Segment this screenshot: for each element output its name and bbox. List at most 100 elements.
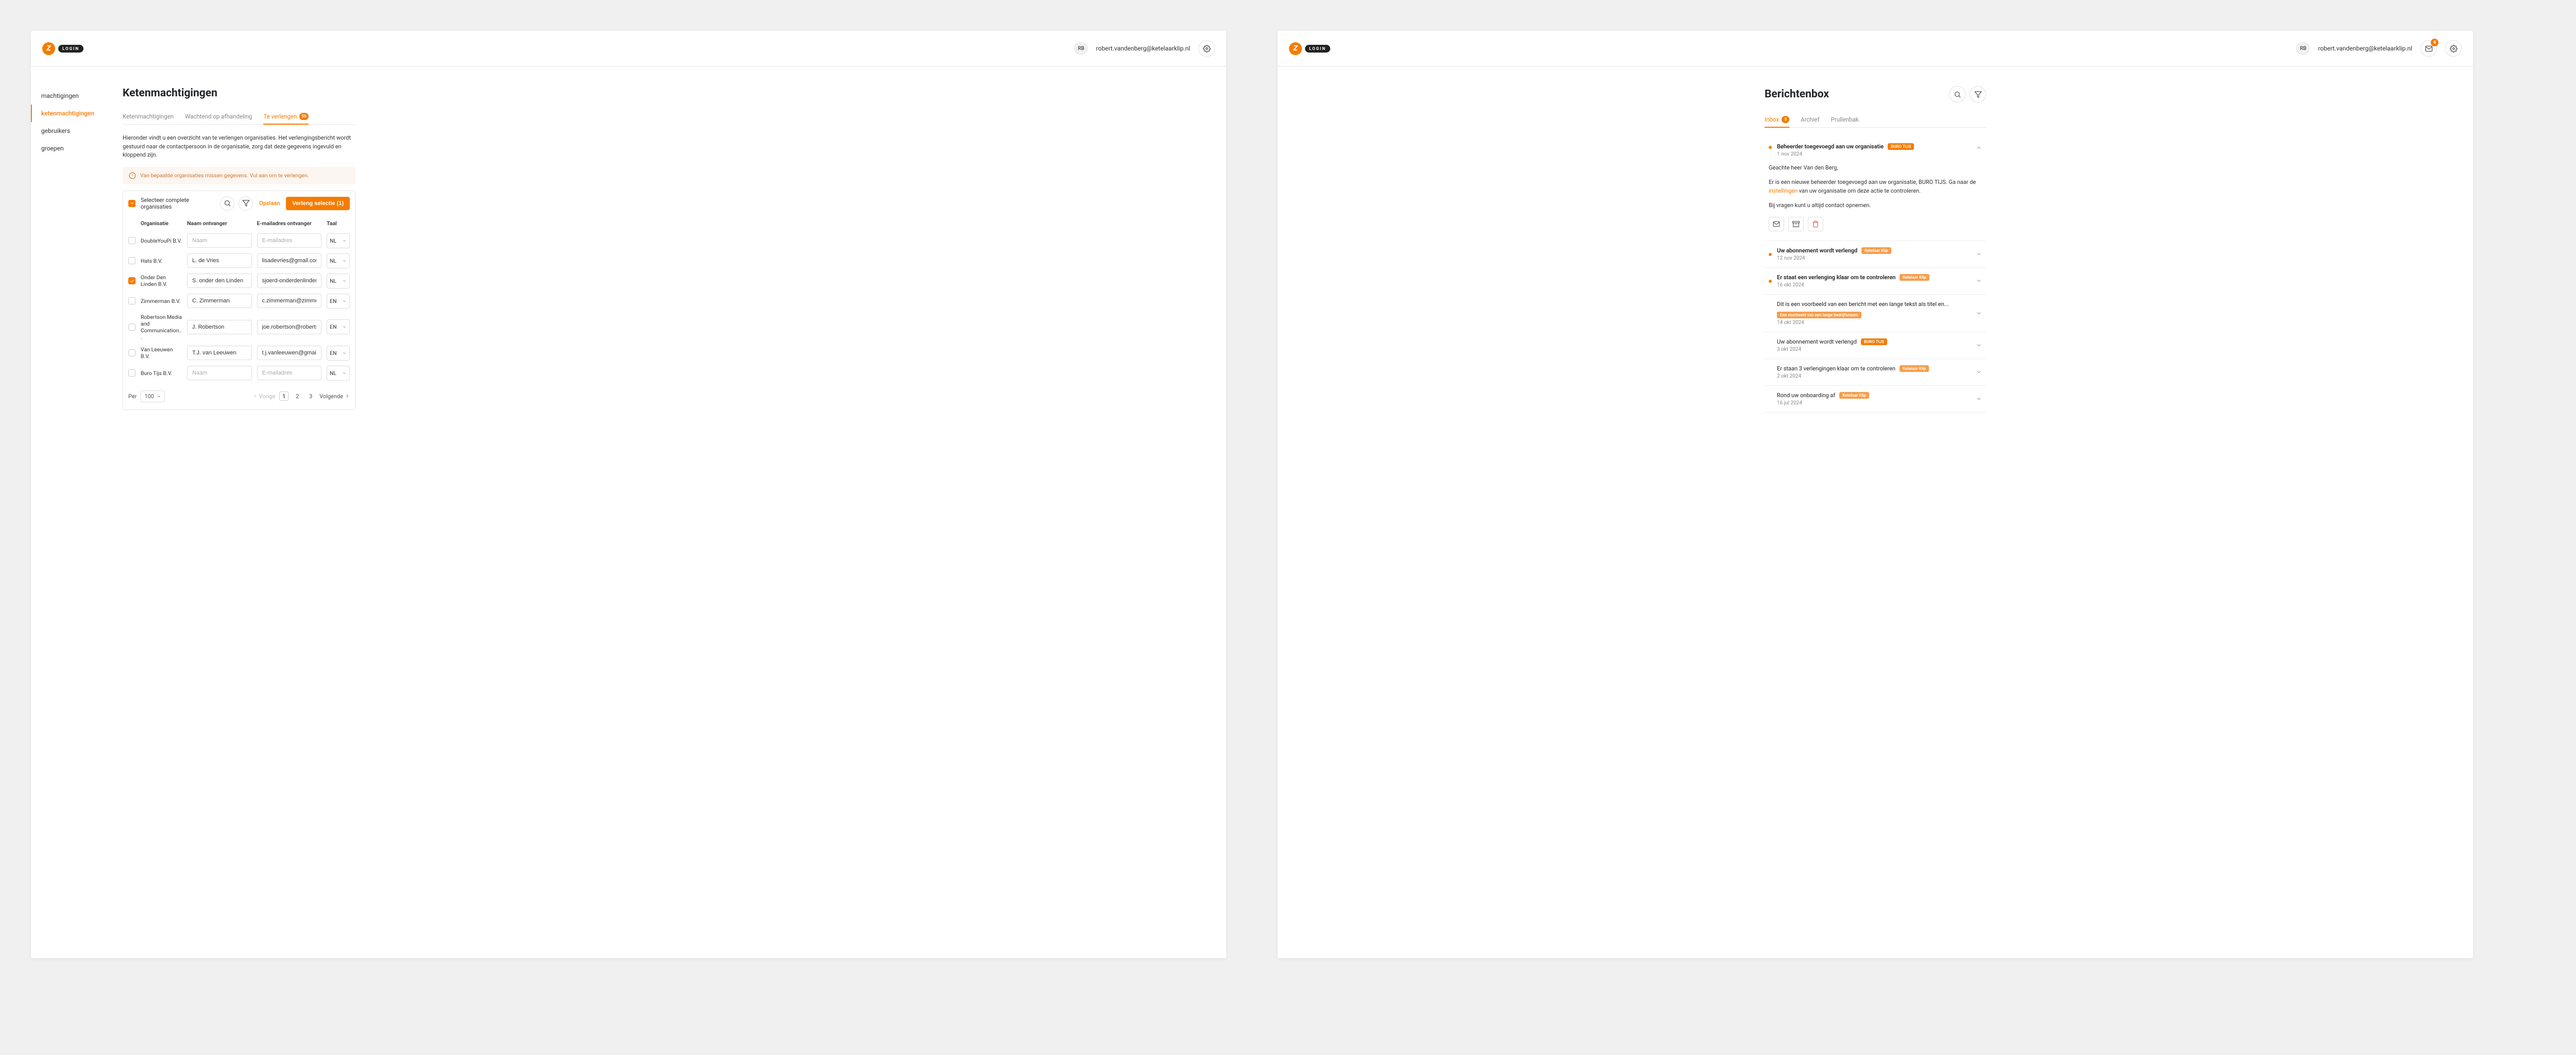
table-row: Hats B.V. NL (123, 251, 355, 271)
sidebar-item-ketenmachtigingen[interactable]: ketenmachtigingen (31, 105, 113, 122)
expand-button[interactable] (1976, 341, 1982, 350)
row-checkbox[interactable] (128, 277, 135, 284)
row-checkbox[interactable] (128, 237, 135, 244)
lang-select[interactable]: EN (327, 319, 350, 334)
page-2[interactable]: 2 (293, 392, 302, 401)
tab-label: Te verlengen (263, 113, 297, 120)
select-complete-checkbox[interactable] (128, 200, 135, 207)
email-input[interactable] (257, 346, 322, 360)
alert-icon (129, 172, 136, 179)
name-input[interactable] (187, 233, 252, 248)
lang-select[interactable]: NL (327, 366, 350, 381)
page-3[interactable]: 3 (306, 392, 315, 401)
org-name: Onder Den Linden B.V. (141, 274, 182, 287)
page-1[interactable]: 1 (279, 392, 289, 401)
expand-button[interactable] (1976, 394, 1982, 404)
message-item[interactable]: Uw abonnement wordt verlengd Ketelaar Kl… (1765, 241, 1986, 268)
logo-z-icon: Z (42, 42, 55, 55)
name-input[interactable] (187, 320, 252, 334)
archive-button[interactable] (1788, 217, 1804, 231)
tabs: Inbox 3 Archief Prullenbak (1765, 112, 1986, 128)
name-input[interactable] (187, 366, 252, 380)
name-input[interactable] (187, 294, 252, 308)
tab-te-verlengen[interactable]: Te verlengen 56 (263, 109, 309, 124)
lang-select[interactable]: NL (327, 274, 350, 288)
collapse-button[interactable] (1976, 143, 1982, 153)
expand-button[interactable] (1976, 249, 1982, 259)
table-search-button[interactable] (220, 196, 234, 211)
sidebar-item-gebruikers[interactable]: gebruikers (31, 122, 113, 140)
save-button[interactable]: Opslaan (257, 197, 282, 210)
table-toolbar: Selecteer complete organisaties Opslaan … (123, 191, 355, 216)
email-input[interactable] (257, 294, 322, 308)
intro-text: Hieronder vindt u een overzicht van te v… (123, 134, 355, 160)
table-row: DoubleYouPi B.V. NL (123, 231, 355, 251)
expand-button[interactable] (1976, 276, 1982, 286)
email-input[interactable] (257, 253, 322, 268)
message-date: 12 nov 2024 (1777, 256, 1971, 261)
tab-label: Inbox (1765, 116, 1779, 123)
reply-button[interactable] (1769, 217, 1784, 231)
email-input[interactable] (257, 233, 322, 248)
message-item[interactable]: Rond uw onboarding af Ketelaar Klip 16 j… (1765, 386, 1986, 413)
tab-ketenmachtigingen[interactable]: Ketenmachtigingen (123, 109, 174, 124)
per-page-select[interactable]: 100 (141, 390, 165, 402)
archive-icon (1792, 220, 1800, 228)
message-tag: Een voorbeeld van een lange bedrijfsnaam (1777, 312, 1861, 318)
tab-inbox[interactable]: Inbox 3 (1765, 112, 1789, 127)
inbox-button[interactable]: 4 (2420, 40, 2437, 57)
lang-select[interactable]: EN (327, 346, 350, 361)
avatar[interactable]: RB (2296, 42, 2310, 55)
lang-select[interactable]: NL (327, 253, 350, 268)
message-item[interactable]: Uw abonnement wordt verlengd BURO TIJS 3… (1765, 332, 1986, 359)
org-name: Buro Tijs B.V. (141, 370, 182, 377)
inbox-search-button[interactable] (1949, 86, 1965, 103)
delete-button[interactable] (1808, 217, 1823, 231)
select-complete-label: Selecteer complete organisaties (141, 197, 215, 210)
table-row: Onder Den Linden B.V. NL (123, 271, 355, 291)
email-input[interactable] (257, 274, 322, 288)
sidebar-item-machtigingen[interactable]: machtigingen (31, 87, 113, 105)
name-input[interactable] (187, 274, 252, 288)
row-checkbox[interactable] (128, 324, 135, 331)
email-input[interactable] (257, 320, 322, 334)
logo-z-icon: Z (1289, 42, 1302, 55)
sidebar-item-groepen[interactable]: groepen (31, 140, 113, 157)
settings-link[interactable]: instellingen (1769, 188, 1798, 194)
settings-button[interactable] (2445, 40, 2462, 57)
message-item[interactable]: Er staan 3 verlengingen klaar om te cont… (1765, 359, 1986, 386)
inbox-filter-button[interactable] (1970, 86, 1986, 103)
message-tag: BURO TIJS (1861, 338, 1887, 345)
gear-icon (2450, 45, 2458, 53)
lang-select[interactable]: EN (327, 294, 350, 309)
email-input[interactable] (257, 366, 322, 380)
expand-button[interactable] (1976, 367, 1982, 377)
message-date: 14 okt 2024 (1777, 320, 1971, 326)
search-icon (224, 199, 231, 207)
avatar[interactable]: RB (1074, 42, 1088, 55)
logo[interactable]: Z LOGIN (42, 42, 83, 55)
gear-icon (1203, 45, 1211, 53)
message-title: Er staat een verlenging klaar om te cont… (1777, 274, 1895, 281)
row-checkbox[interactable] (128, 349, 135, 356)
row-checkbox[interactable] (128, 257, 135, 264)
row-checkbox[interactable] (128, 369, 135, 377)
settings-button[interactable] (1198, 40, 1215, 57)
message-item[interactable]: Dit is een voorbeeld van een bericht met… (1765, 295, 1986, 332)
tab-archief[interactable]: Archief (1801, 112, 1820, 127)
search-icon (1954, 91, 1961, 98)
extend-selection-button[interactable]: Verleng selectie (1) (286, 197, 350, 210)
tab-wachtend[interactable]: Wachtend op afhandeling (185, 109, 252, 124)
row-checkbox[interactable] (128, 297, 135, 304)
table-filter-button[interactable] (239, 196, 253, 211)
expand-button[interactable] (1976, 309, 1982, 318)
message-item[interactable]: Er staat een verlenging klaar om te cont… (1765, 268, 1986, 295)
prev-page-button[interactable]: Vorige (252, 393, 275, 400)
lang-select[interactable]: NL (327, 233, 350, 248)
user-email: robert.vandenberg@ketelaarklip.nl (1096, 45, 1190, 52)
next-page-button[interactable]: Volgende (319, 393, 350, 400)
name-input[interactable] (187, 253, 252, 268)
logo[interactable]: Z LOGIN (1289, 42, 1330, 55)
name-input[interactable] (187, 346, 252, 360)
tab-prullenbak[interactable]: Prullenbak (1831, 112, 1859, 127)
